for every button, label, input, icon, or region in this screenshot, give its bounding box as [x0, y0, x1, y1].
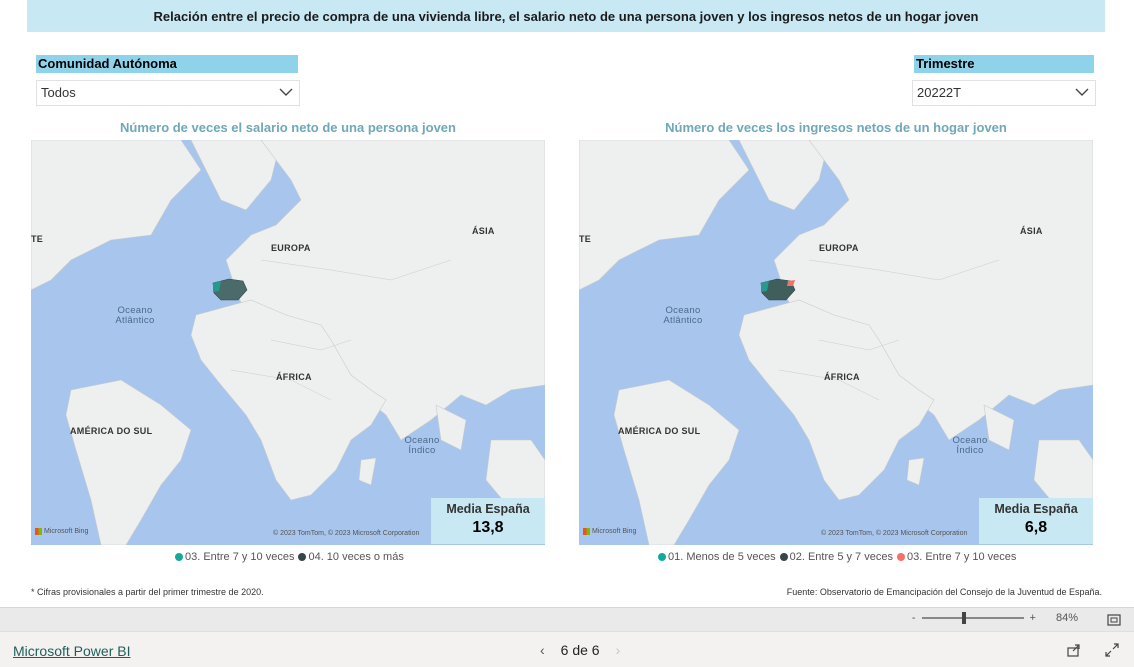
- legend-item[interactable]: 04. 10 veces o más: [298, 551, 404, 563]
- ocean-label-line2: Atlântico: [115, 315, 155, 326]
- world-basemap: [31, 140, 545, 545]
- zoom-bar: - + 84%: [0, 607, 1134, 631]
- map-label-oceano-indico: Oceano Índico: [944, 436, 996, 456]
- legend-label: 01. Menos de 5 veces: [668, 551, 776, 563]
- chevron-down-icon: [279, 88, 293, 96]
- footnote-source: Fuente: Observatorio de Emancipación del…: [786, 587, 1102, 597]
- legend-dot-icon: [298, 553, 307, 561]
- media-espana-card: Media España 6,8: [979, 498, 1093, 544]
- map-label-europa: EUROPA: [271, 243, 311, 253]
- map-label-oceano-atlantico: Oceano Atlântico: [109, 306, 161, 326]
- map-salario[interactable]: TE EUROPA ÁSIA ÁFRICA AMÉRICA DO SUL Oce…: [31, 140, 545, 545]
- zoom-slider[interactable]: [921, 612, 1024, 624]
- zoom-control: - + 84%: [912, 612, 1078, 624]
- map-label-africa: ÁFRICA: [824, 372, 860, 382]
- trimestre-dropdown-value: 20222T: [917, 85, 962, 100]
- report-canvas: Relación entre el precio de compra de un…: [0, 0, 1134, 607]
- map-label-oceano-atlantico: Oceano Atlântico: [657, 306, 709, 326]
- legend-item[interactable]: 03. Entre 7 y 10 veces: [175, 551, 294, 563]
- map-copyright: © 2023 TomTom, © 2023 Microsoft Corporat…: [273, 530, 420, 537]
- trimestre-slicer-header: Trimestre: [914, 55, 1094, 73]
- previous-page-icon[interactable]: ‹: [540, 642, 545, 658]
- legend-item[interactable]: 03. Entre 7 y 10 veces: [896, 551, 1017, 563]
- page-navigator: ‹ 6 de 6 ›: [540, 642, 620, 658]
- fullscreen-icon[interactable]: [1104, 642, 1120, 658]
- legend-dot-icon: [779, 553, 788, 561]
- map-copyright: © 2023 TomTom, © 2023 Microsoft Corporat…: [821, 530, 968, 537]
- bing-label: Microsoft Bing: [44, 528, 89, 535]
- ocean-label-line2: Atlântico: [663, 315, 703, 326]
- legend-label: 02. Entre 5 y 7 veces: [789, 551, 893, 563]
- map-legend-ingresos: 01. Menos de 5 veces 02. Entre 5 y 7 vec…: [658, 551, 1020, 563]
- card-label: Media España: [446, 502, 530, 516]
- next-page-icon[interactable]: ›: [616, 642, 621, 658]
- map-label-america-sul: AMÉRICA DO SUL: [618, 426, 701, 436]
- bottom-bar: Microsoft Power BI ‹ 6 de 6 ›: [0, 631, 1134, 667]
- ocean-label-line2: Índico: [956, 445, 984, 456]
- world-basemap: [579, 140, 1093, 545]
- map-label-asia: ÁSIA: [1020, 226, 1043, 236]
- page-indicator: 6 de 6: [560, 642, 600, 658]
- power-bi-link[interactable]: Microsoft Power BI: [13, 643, 130, 659]
- map-title-ingresos: Número de veces los ingresos netos de un…: [665, 120, 1007, 135]
- report-banner: Relación entre el precio de compra de un…: [27, 0, 1105, 32]
- chevron-down-icon: [1075, 88, 1089, 96]
- trimestre-dropdown[interactable]: 20222T: [912, 80, 1096, 106]
- legend-dot-icon: [896, 553, 905, 561]
- map-label-edge: TE: [31, 234, 44, 244]
- zoom-level: 84%: [1055, 612, 1078, 624]
- map-ingresos[interactable]: TE EUROPA ÁSIA ÁFRICA AMÉRICA DO SUL Oce…: [579, 140, 1093, 545]
- share-icon[interactable]: [1066, 642, 1082, 658]
- card-value: 6,8: [1024, 519, 1048, 536]
- comunidad-dropdown-value: Todos: [41, 85, 76, 100]
- bing-logo: Microsoft Bing: [583, 528, 636, 535]
- legend-item[interactable]: 01. Menos de 5 veces: [658, 551, 776, 563]
- bing-logo: Microsoft Bing: [35, 528, 88, 535]
- legend-dot-icon: [658, 553, 666, 561]
- card-value: 13,8: [472, 519, 504, 536]
- footnote-provisional: * Cifras provisionales a partir del prim…: [31, 587, 264, 597]
- legend-dot-icon: [175, 553, 183, 561]
- banner-title: Relación entre el precio de compra de un…: [153, 8, 979, 24]
- legend-item[interactable]: 02. Entre 5 y 7 veces: [779, 551, 893, 563]
- map-title-salario: Número de veces el salario neto de una p…: [120, 120, 456, 135]
- legend-label: 03. Entre 7 y 10 veces: [185, 551, 295, 563]
- zoom-in-button[interactable]: +: [1030, 612, 1036, 624]
- comunidad-slicer-header: Comunidad Autónoma: [36, 55, 298, 73]
- ocean-label-line2: Índico: [408, 445, 436, 456]
- legend-label: 04. 10 veces o más: [308, 551, 404, 563]
- zoom-slider-thumb[interactable]: [961, 612, 966, 624]
- map-label-asia: ÁSIA: [472, 226, 495, 236]
- fit-to-page-icon[interactable]: [1106, 612, 1122, 628]
- bing-icon: [35, 528, 42, 535]
- comunidad-dropdown[interactable]: Todos: [36, 80, 300, 106]
- card-label: Media España: [994, 502, 1078, 516]
- media-espana-card: Media España 13,8: [431, 498, 545, 544]
- bing-label: Microsoft Bing: [592, 528, 637, 535]
- map-legend-salario: 03. Entre 7 y 10 veces 04. 10 veces o má…: [175, 551, 408, 563]
- map-label-europa: EUROPA: [819, 243, 859, 253]
- bing-icon: [583, 528, 590, 535]
- zoom-out-button[interactable]: -: [912, 612, 916, 624]
- map-label-africa: ÁFRICA: [276, 372, 312, 382]
- map-label-edge: TE: [579, 234, 592, 244]
- map-label-america-sul: AMÉRICA DO SUL: [70, 426, 153, 436]
- map-label-oceano-indico: Oceano Índico: [396, 436, 448, 456]
- legend-label: 03. Entre 7 y 10 veces: [906, 551, 1017, 563]
